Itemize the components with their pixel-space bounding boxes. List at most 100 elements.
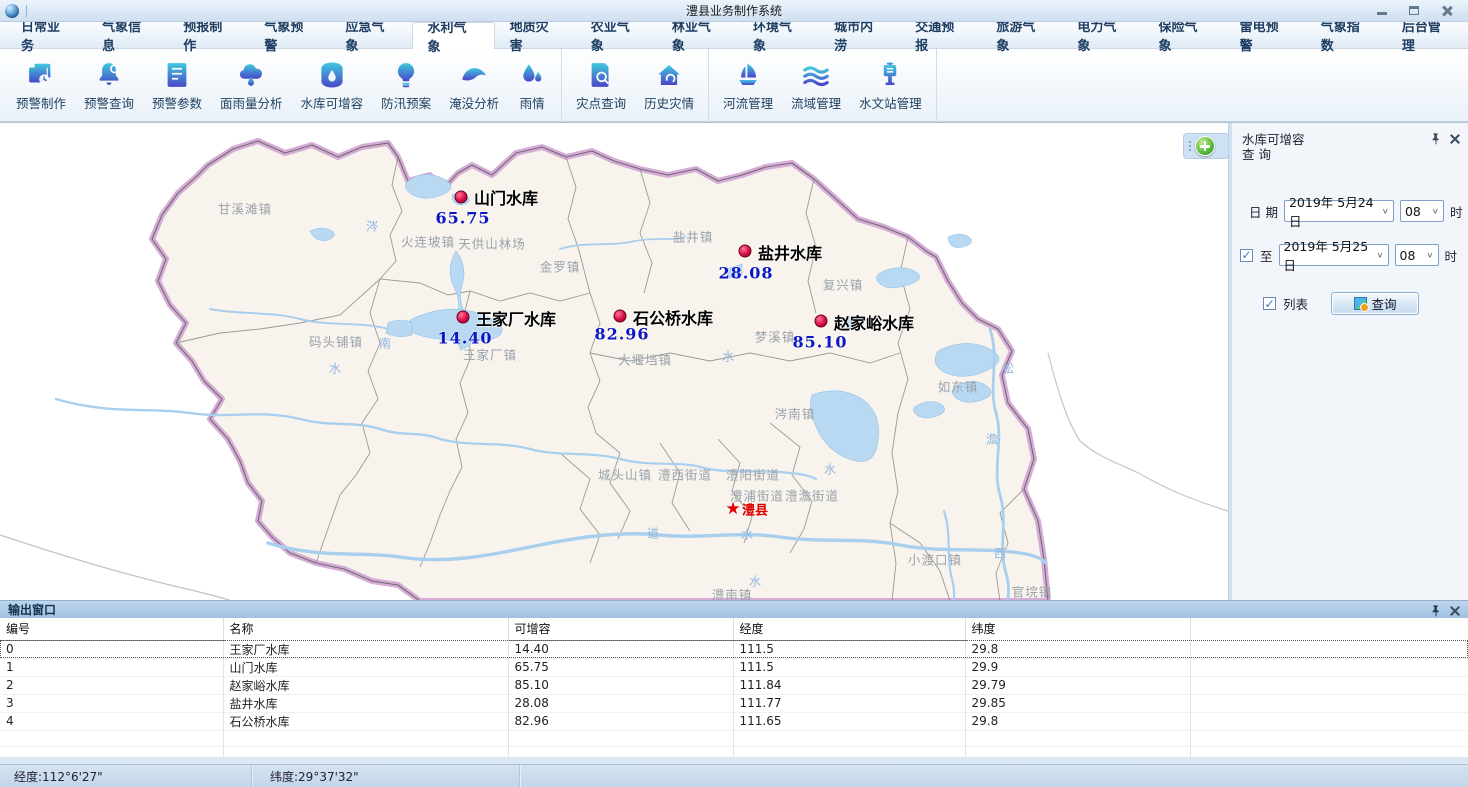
toolbar-group-0: 预警制作预警查询预警参数面雨量分析水库可增容防汛预案淹没分析雨情	[2, 49, 562, 121]
table-row[interactable]: 3盐井水库28.08111.7729.85	[0, 694, 1468, 712]
pin-icon[interactable]	[1430, 132, 1442, 146]
table-row[interactable]: 0王家厂水库14.40111.529.8	[0, 640, 1468, 658]
hour-from-value: 08	[1405, 204, 1421, 219]
column-header-4[interactable]: 纬度	[965, 618, 1190, 640]
hour-to-select[interactable]: 08 ∨	[1395, 244, 1439, 266]
toolbar-river-management[interactable]: 河流管理	[714, 49, 782, 121]
toolbar-alert-params[interactable]: 预警参数	[143, 49, 211, 121]
basin-management-icon	[801, 60, 831, 90]
town-label: 澧澹街道	[785, 486, 839, 505]
table-cell	[1190, 658, 1468, 676]
toolbar-disaster-point-query[interactable]: 灾点查询	[567, 49, 635, 121]
menu-item-2[interactable]: 预报制作	[168, 22, 249, 48]
date-to-select[interactable]: 2019年 5月25日 ∨	[1279, 244, 1389, 266]
map-canvas[interactable]: 甘溪滩镇火连坡镇天供山林场金罗镇盐井镇复兴镇码头铺镇王家厂镇大堰垱镇梦溪镇涔南镇…	[0, 123, 1228, 600]
table-cell: 29.85	[965, 694, 1190, 712]
map-graphic	[0, 123, 1228, 600]
table-row[interactable]: 2赵家峪水库85.10111.8429.79	[0, 676, 1468, 694]
county-shape	[152, 141, 1048, 600]
toolbar-submerge-analysis[interactable]: 淹没分析	[440, 49, 508, 121]
column-header-2[interactable]: 可增容	[508, 618, 733, 640]
menu-item-11[interactable]: 交通预报	[900, 22, 981, 48]
menu-item-16[interactable]: 气象指数	[1306, 22, 1387, 48]
river-label: 涔	[366, 218, 378, 235]
toolbar-alert-query[interactable]: 预警查询	[75, 49, 143, 121]
town-label: 金罗镇	[540, 257, 581, 276]
toolbar-basin-management[interactable]: 流域管理	[782, 49, 850, 121]
reservoir-marker[interactable]	[455, 191, 468, 204]
toolbar-history-disaster[interactable]: 历史灾情	[635, 49, 703, 121]
menu-item-13[interactable]: 电力气象	[1062, 22, 1143, 48]
menu-item-3[interactable]: 气象预警	[249, 22, 330, 48]
menu-item-7[interactable]: 农业气象	[576, 22, 657, 48]
menu-item-14[interactable]: 保险气象	[1144, 22, 1225, 48]
flood-plan-icon	[391, 60, 421, 90]
toolbar-reservoir-capacity[interactable]: 水库可增容	[292, 49, 373, 121]
county-seat-label: 澧县	[742, 500, 768, 519]
chevron-down-icon: ∨	[1376, 251, 1383, 260]
table-cell: 3	[0, 694, 223, 712]
table-row[interactable]: 1山门水库65.75111.529.9	[0, 658, 1468, 676]
chevron-down-icon: ∨	[1426, 251, 1433, 260]
town-label: 官垸镇	[1012, 582, 1053, 601]
table-cell: 29.9	[965, 658, 1190, 676]
reservoir-marker[interactable]	[457, 311, 470, 324]
widget-grip[interactable]	[1189, 141, 1191, 151]
menu-item-15[interactable]: 雷电预警	[1225, 22, 1306, 48]
alert-make-icon	[26, 60, 56, 90]
menu-item-12[interactable]: 旅游气象	[981, 22, 1062, 48]
toolbar: 预警制作预警查询预警参数面雨量分析水库可增容防汛预案淹没分析雨情灾点查询历史灾情…	[0, 49, 1468, 122]
table-cell: 28.08	[508, 694, 733, 712]
query-button[interactable]: 查询	[1331, 292, 1419, 315]
to-label: 至	[1260, 246, 1273, 265]
column-header-0[interactable]: 编号	[0, 618, 223, 640]
date-from-value: 2019年 5月24日	[1289, 192, 1382, 230]
toolbar-label: 防汛预案	[381, 93, 431, 112]
to-checkbox[interactable]	[1240, 249, 1253, 262]
toolbar-label: 历史灾情	[644, 93, 694, 112]
town-label: 梦溪镇	[755, 327, 796, 346]
menu-item-10[interactable]: 城市内涝	[819, 22, 900, 48]
column-header-3[interactable]: 经度	[733, 618, 965, 640]
output-window: 输出窗口 编号名称可增容经度纬度0王家厂水库14.40111.529.81山门水…	[0, 600, 1468, 757]
table-cell: 111.77	[733, 694, 965, 712]
submerge-analysis-icon	[459, 60, 489, 90]
menu-item-5[interactable]: 水利气象	[412, 22, 495, 49]
panel-close-icon[interactable]	[1450, 134, 1460, 144]
menu-item-1[interactable]: 气象信息	[87, 22, 168, 48]
table-cell: 石公桥水库	[223, 712, 508, 730]
menu-item-0[interactable]: 日常业务	[6, 22, 87, 48]
pin-icon[interactable]	[1430, 604, 1442, 618]
menu-bar: 日常业务气象信息预报制作气象预警应急气象水利气象地质灾害农业气象林业气象环境气象…	[0, 22, 1468, 49]
toolbar-flood-plan[interactable]: 防汛预案	[372, 49, 440, 121]
toolbar-rain-condition[interactable]: 雨情	[508, 49, 556, 121]
hour-to-value: 08	[1400, 248, 1416, 263]
column-header-1[interactable]: 名称	[223, 618, 508, 640]
minimize-button[interactable]	[1366, 2, 1398, 20]
reservoir-marker[interactable]	[815, 315, 828, 328]
menu-item-9[interactable]: 环境气象	[738, 22, 819, 48]
zoom-in-button[interactable]	[1195, 136, 1215, 156]
date-from-select[interactable]: 2019年 5月24日 ∨	[1284, 200, 1394, 222]
reservoir-marker[interactable]	[614, 310, 627, 323]
menu-item-6[interactable]: 地质灾害	[495, 22, 576, 48]
output-close-icon[interactable]	[1450, 606, 1460, 616]
table-row[interactable]: 4石公桥水库82.96111.6529.8	[0, 712, 1468, 730]
toolbar-area-rain-analysis[interactable]: 面雨量分析	[211, 49, 292, 121]
town-label: 城头山镇	[598, 465, 652, 484]
toolbar-hydro-station-management[interactable]: 水文站管理	[850, 49, 931, 121]
output-table-area: 编号名称可增容经度纬度0王家厂水库14.40111.529.81山门水库65.7…	[0, 618, 1468, 757]
close-button[interactable]	[1430, 2, 1462, 20]
toolbar-alert-make[interactable]: 预警制作	[7, 49, 75, 121]
reservoir-value-label: 65.75	[435, 209, 490, 228]
list-checkbox[interactable]	[1263, 297, 1276, 310]
maximize-button[interactable]	[1398, 2, 1430, 20]
river-label: 水	[329, 360, 341, 377]
town-label: 小渡口镇	[908, 550, 962, 569]
reservoir-marker[interactable]	[739, 245, 752, 258]
hour-from-select[interactable]: 08 ∨	[1400, 200, 1444, 222]
menu-item-4[interactable]: 应急气象	[330, 22, 411, 48]
reservoir-name-label: 赵家峪水库	[834, 310, 914, 334]
menu-item-17[interactable]: 后台管理	[1387, 22, 1468, 48]
menu-item-8[interactable]: 林业气象	[657, 22, 738, 48]
